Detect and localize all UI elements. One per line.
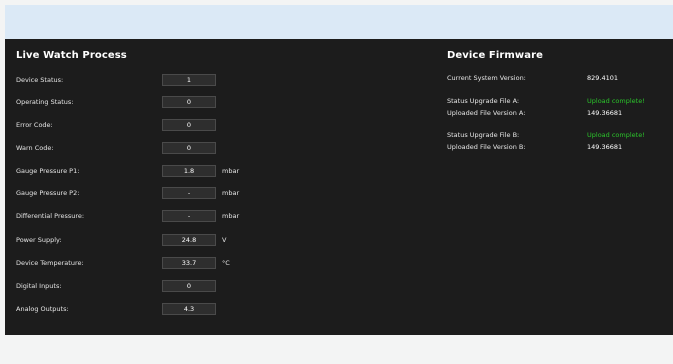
row-gauge-pressure-p2: Gauge Pressure P2: - mbar — [16, 187, 316, 201]
digital-inputs-label: Digital Inputs: — [16, 282, 62, 290]
operating-status-label: Operating Status: — [16, 98, 74, 106]
top-header-bar — [5, 5, 673, 39]
device-panel: Live Watch Process Device Status: 1 Oper… — [5, 39, 673, 335]
file-a-version-label: Uploaded File Version A: — [447, 109, 526, 117]
row-device-status: Device Status: 1 — [16, 74, 316, 88]
power-supply-unit: V — [222, 236, 227, 244]
device-firmware-title: Device Firmware — [447, 50, 544, 61]
row-differential-pressure: Differential Pressure: - mbar — [16, 210, 316, 224]
device-status-label: Device Status: — [16, 76, 64, 84]
gauge-pressure-p1-unit: mbar — [222, 167, 240, 175]
differential-pressure-value: - — [162, 210, 216, 222]
warn-code-value: 0 — [162, 142, 216, 154]
device-temperature-unit: °C — [222, 259, 230, 267]
gauge-pressure-p2-unit: mbar — [222, 189, 240, 197]
gauge-pressure-p1-label: Gauge Pressure P1: — [16, 167, 80, 175]
file-b-status-value: Upload complete! — [587, 131, 645, 139]
row-digital-inputs: Digital Inputs: 0 — [16, 280, 316, 294]
digital-inputs-value: 0 — [162, 280, 216, 292]
file-a-status-label: Status Upgrade File A: — [447, 97, 520, 105]
power-supply-value: 24.8 — [162, 234, 216, 246]
file-b-version-label: Uploaded File Version B: — [447, 143, 526, 151]
file-b-version-value: 149.36681 — [587, 143, 623, 151]
error-code-label: Error Code: — [16, 121, 53, 129]
row-operating-status: Operating Status: 0 — [16, 96, 316, 110]
row-warn-code: Warn Code: 0 — [16, 142, 316, 156]
current-version-value: 829.4101 — [587, 74, 619, 82]
error-code-value: 0 — [162, 119, 216, 131]
differential-pressure-label: Differential Pressure: — [16, 212, 85, 220]
device-temperature-label: Device Temperature: — [16, 259, 84, 267]
gauge-pressure-p2-value: - — [162, 187, 216, 199]
warn-code-label: Warn Code: — [16, 144, 54, 152]
analog-outputs-label: Analog Outputs: — [16, 305, 69, 313]
file-a-version-value: 149.36681 — [587, 109, 623, 117]
file-b-status-label: Status Upgrade File B: — [447, 131, 520, 139]
device-status-value: 1 — [162, 74, 216, 86]
analog-outputs-value: 4.3 — [162, 303, 216, 315]
row-analog-outputs: Analog Outputs: 4.3 — [16, 303, 316, 317]
file-a-status-value: Upload complete! — [587, 97, 645, 105]
device-temperature-value: 33.7 — [162, 257, 216, 269]
power-supply-label: Power Supply: — [16, 236, 62, 244]
differential-pressure-unit: mbar — [222, 212, 240, 220]
live-watch-title: Live Watch Process — [16, 50, 127, 61]
row-device-temperature: Device Temperature: 33.7 °C — [16, 257, 316, 271]
operating-status-value: 0 — [162, 96, 216, 108]
gauge-pressure-p2-label: Gauge Pressure P2: — [16, 189, 80, 197]
current-version-label: Current System Version: — [447, 74, 526, 82]
gauge-pressure-p1-value: 1.8 — [162, 165, 216, 177]
row-error-code: Error Code: 0 — [16, 119, 316, 133]
row-gauge-pressure-p1: Gauge Pressure P1: 1.8 mbar — [16, 165, 316, 179]
row-power-supply: Power Supply: 24.8 V — [16, 234, 316, 248]
